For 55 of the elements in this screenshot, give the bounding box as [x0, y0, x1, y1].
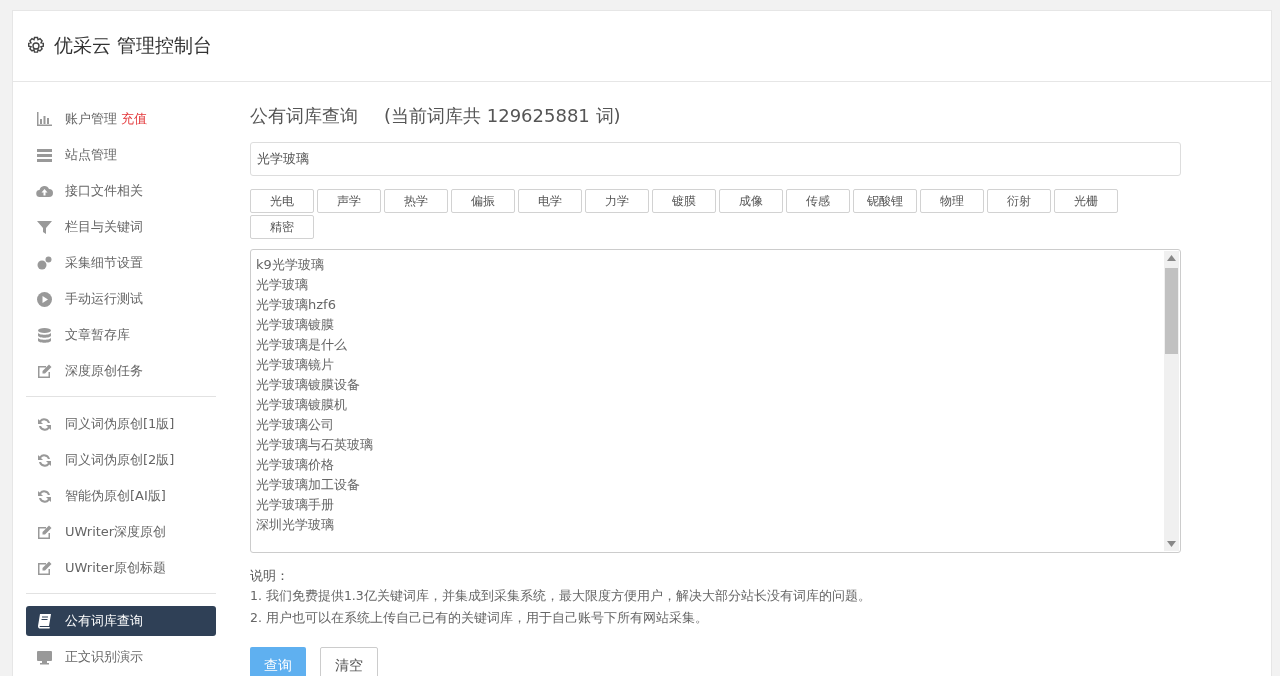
sidebar-item[interactable]: 手动运行测试	[26, 284, 216, 314]
sidebar-item[interactable]: 栏目与关键词	[26, 212, 216, 242]
refresh-icon	[36, 415, 53, 433]
keyword-tag[interactable]: 精密	[250, 215, 314, 239]
sidebar-item[interactable]: 正文识别演示	[26, 642, 216, 672]
sidebar-item[interactable]: 接口文件相关	[26, 176, 216, 206]
sidebar-item[interactable]: 智能伪原创[AI版]	[26, 481, 216, 511]
refresh-icon	[36, 451, 53, 469]
keyword-tag[interactable]: 物理	[920, 189, 984, 213]
database-icon	[36, 326, 53, 344]
page-title: 公有词库查询	[250, 104, 358, 128]
note-text: 2. 用户也可以在系统上传自己已有的关键词库，用于自己账号下所有网站采集。	[250, 609, 709, 627]
filter-icon	[36, 218, 53, 236]
notes-title: 说明：	[250, 567, 290, 585]
note-text: 1. 我们免费提供1.3亿关键词库，并集成到采集系统，最大限度方便用户，解决大部分站长没有词库的问题。	[250, 587, 872, 605]
chart-icon	[36, 110, 53, 128]
book-icon	[36, 612, 53, 630]
keyword-tag[interactable]: 力学	[585, 189, 649, 213]
sidebar-item[interactable]: 站点管理	[26, 140, 216, 170]
sidebar-item[interactable]: UWriter原创标题	[26, 553, 216, 583]
keyword-tag[interactable]: 热学	[384, 189, 448, 213]
keyword-tag[interactable]: 传感	[786, 189, 850, 213]
sidebar-item[interactable]: 文章暂存库	[26, 320, 216, 350]
settings-icon	[26, 36, 46, 56]
edit-icon	[36, 523, 53, 541]
sidebar-item[interactable]: 公有词库查询	[26, 606, 216, 636]
sidebar-item[interactable]: 同义词伪原创[1版]	[26, 409, 216, 439]
monitor-icon	[36, 648, 53, 666]
sidebar-item[interactable]: 同义词伪原创[2版]	[26, 445, 216, 475]
keyword-tag[interactable]: 声学	[317, 189, 381, 213]
scroll-up-icon[interactable]	[1167, 255, 1176, 261]
keyword-tag[interactable]: 镀膜	[652, 189, 716, 213]
refresh-icon	[36, 487, 53, 505]
keyword-tag[interactable]: 偏振	[451, 189, 515, 213]
scroll-thumb[interactable]	[1165, 268, 1178, 354]
sidebar-item[interactable]: 账户管理 充值	[26, 104, 216, 134]
keyword-tag[interactable]: 光栅	[1054, 189, 1118, 213]
search-field[interactable]: 光学玻璃	[250, 142, 1181, 176]
keyword-tag[interactable]: 光电	[250, 189, 314, 213]
keyword-tag[interactable]: 衍射	[987, 189, 1051, 213]
sidebar-item[interactable]: UWriter深度原创	[26, 517, 216, 547]
play-icon	[36, 290, 53, 308]
scroll-down-icon[interactable]	[1167, 541, 1176, 547]
server-icon	[36, 146, 53, 164]
word-count: (当前词库共 129625881 词)	[384, 104, 621, 128]
keyword-tag[interactable]: 电学	[518, 189, 582, 213]
edit-icon	[36, 559, 53, 577]
clear-button[interactable]: 清空	[320, 647, 378, 676]
results-textarea[interactable]: k9光学玻璃 光学玻璃 光学玻璃hzf6 光学玻璃镀膜 光学玻璃是什么 光学玻璃镜片 光学玻璃镀膜设备 光学玻璃镀膜机 光学玻璃公司 光学玻璃与石英玻璃 光学玻璃价格 光学玻璃加工设备 光学玻璃手册 深圳光学玻璃	[250, 249, 1181, 553]
console-title: 优采云 管理控制台	[54, 33, 213, 58]
edit-icon	[36, 362, 53, 380]
sidebar-item[interactable]: 深度原创任务	[26, 356, 216, 386]
sidebar-item[interactable]: 采集细节设置	[26, 248, 216, 278]
keyword-tag[interactable]: 铌酸锂	[853, 189, 917, 213]
keyword-tag[interactable]: 成像	[719, 189, 783, 213]
